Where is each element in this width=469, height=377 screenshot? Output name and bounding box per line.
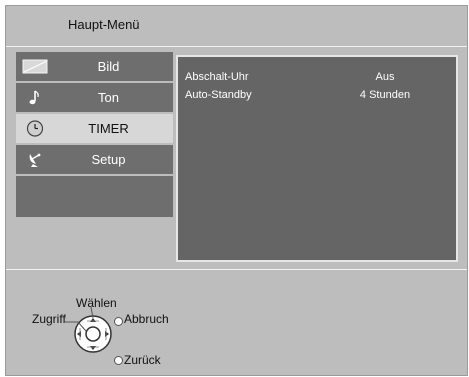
help-cancel-label: Abbruch bbox=[124, 312, 169, 326]
help-access-label: Zugriff bbox=[32, 312, 66, 326]
menu-item-label: Setup bbox=[91, 152, 126, 167]
main-menu-window: Haupt-Menü Bild Ton TIMER Setup Abschalt… bbox=[5, 5, 468, 376]
menu-item-timer[interactable]: TIMER bbox=[16, 114, 173, 143]
menu-item-label: Bild bbox=[97, 59, 120, 74]
setting-value: Aus bbox=[375, 71, 395, 83]
help-back-label: Zurück bbox=[124, 353, 161, 367]
timer-settings-panel: Abschalt-Uhr Aus Auto-Standby 4 Stunden bbox=[176, 55, 458, 262]
setting-label: Abschalt-Uhr bbox=[185, 71, 249, 83]
page-title: Haupt-Menü bbox=[68, 17, 140, 32]
menu-item-setup[interactable]: Setup bbox=[16, 145, 173, 174]
menu-item-label: TIMER bbox=[88, 121, 129, 136]
back-button-icon bbox=[114, 356, 123, 365]
setting-label: Auto-Standby bbox=[185, 89, 252, 101]
menu-item-bild[interactable]: Bild bbox=[16, 52, 173, 81]
menu-item-ton[interactable]: Ton bbox=[16, 83, 173, 112]
help-leader-lines bbox=[90, 306, 94, 319]
cancel-button-icon bbox=[114, 317, 123, 326]
divider-bottom bbox=[6, 269, 467, 270]
main-menu-list: Bild Ton TIMER Setup bbox=[16, 52, 173, 217]
help-leader-lines bbox=[64, 321, 87, 332]
remote-help-legend: Wählen Zugriff Abbruch Zurück bbox=[6, 276, 206, 371]
menu-filler bbox=[16, 176, 173, 217]
menu-item-label: Ton bbox=[98, 90, 119, 105]
title-bar: Haupt-Menü bbox=[6, 6, 467, 44]
divider-top bbox=[6, 46, 467, 47]
setting-value: 4 Stunden bbox=[359, 89, 411, 101]
